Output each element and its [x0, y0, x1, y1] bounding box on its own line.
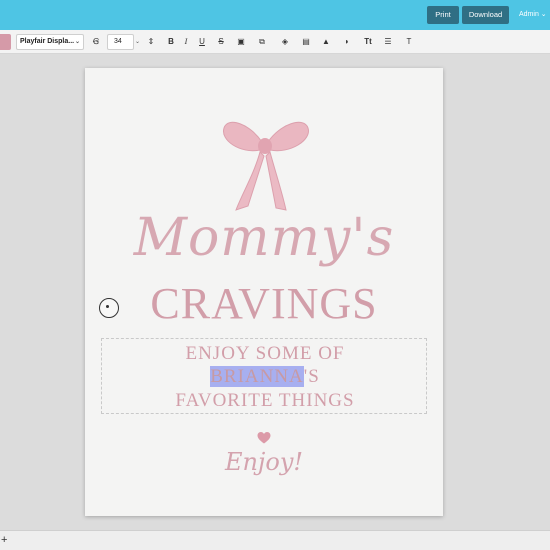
document-page[interactable]: Mommy's CRAVINGS ENJOY SOME OF BRIANNA'S… — [85, 68, 443, 516]
line-height-icon[interactable]: ⇕ — [145, 36, 157, 48]
text-transform-icon[interactable]: Tt — [361, 36, 375, 48]
text-toolbar: Playfair Displa... ⌄ Ꞡ 34 ⌄ ⇕ B I U S ▣ … — [0, 30, 550, 54]
italic-icon[interactable]: I — [180, 36, 192, 48]
text-line-1: ENJOY SOME OF — [185, 343, 345, 364]
bow-illustration — [223, 121, 309, 211]
color-swatch[interactable] — [0, 34, 11, 50]
enjoy-script[interactable]: Enjoy! — [85, 448, 443, 476]
heart-icon — [257, 432, 271, 444]
user-menu[interactable]: Admin ⌄ — [519, 6, 547, 24]
font-size-input[interactable]: 34 — [107, 34, 134, 50]
text-color-icon[interactable]: Ꞡ — [90, 36, 102, 48]
layers-icon[interactable]: ◈ — [279, 36, 291, 48]
list-icon[interactable]: ☰ — [382, 36, 394, 48]
opacity-icon[interactable]: ◑ — [340, 36, 352, 48]
bold-icon[interactable]: B — [165, 36, 177, 48]
clear-format-icon[interactable]: T — [403, 36, 415, 48]
font-family-value: Playfair Displa... — [20, 38, 75, 45]
add-page-button[interactable]: + — [1, 534, 7, 546]
underline-icon[interactable]: U — [196, 36, 208, 48]
bottom-bar: + — [0, 530, 550, 550]
duplicate-icon[interactable]: ⧉ — [256, 36, 268, 48]
image-icon[interactable]: ▣ — [235, 36, 247, 48]
text-line-2-rest: 'S — [303, 366, 320, 387]
print-button[interactable]: Print — [427, 6, 459, 24]
top-bar: Print Download Admin ⌄ — [0, 0, 550, 30]
selected-text[interactable]: BRIANNA — [210, 366, 304, 387]
download-button[interactable]: Download — [462, 6, 509, 24]
script-title[interactable]: Mommy's — [85, 208, 443, 268]
chevron-down-icon[interactable]: ⌄ — [135, 36, 140, 48]
selected-text-box[interactable]: ENJOY SOME OF BRIANNA'S FAVORITE THINGS — [101, 338, 427, 414]
font-family-select[interactable]: Playfair Displa... ⌄ — [16, 34, 84, 50]
main-title[interactable]: CRAVINGS — [85, 278, 443, 329]
chevron-down-icon: ⌄ — [74, 39, 80, 45]
lock-icon[interactable]: ▲ — [320, 36, 332, 48]
strikethrough-icon[interactable]: S — [215, 36, 227, 48]
text-line-2: BRIANNA'S — [102, 366, 428, 388]
mouse-cursor-icon — [99, 298, 119, 318]
text-line-3: FAVORITE THINGS — [175, 390, 355, 411]
align-icon[interactable]: ▤ — [300, 36, 312, 48]
